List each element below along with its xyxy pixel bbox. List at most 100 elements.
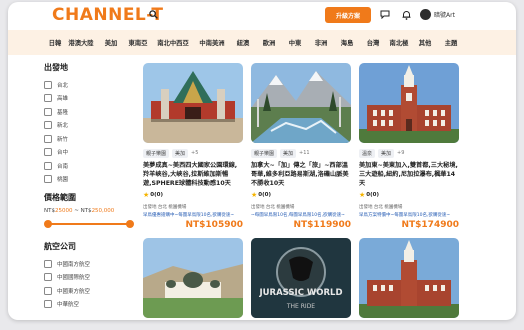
nav-item[interactable]: 中東 — [282, 38, 308, 47]
slider-max-handle[interactable] — [126, 220, 134, 228]
rating: ★ 0(0) — [143, 191, 163, 199]
upgrade-plan-button[interactable]: 升級方案 — [325, 7, 371, 23]
slider-min-handle[interactable] — [44, 220, 52, 228]
nav-item[interactable]: 中南美洲 — [194, 38, 230, 47]
checkbox[interactable] — [44, 121, 52, 130]
checkbox[interactable] — [44, 94, 52, 103]
nav-item[interactable]: 南北極 — [386, 38, 412, 47]
departure-option[interactable]: 桃園 — [44, 173, 134, 187]
airline-option[interactable]: 中華航空 — [44, 298, 134, 312]
tour-card[interactable]: JURASSIC WORLD THE RIDE — [251, 238, 351, 318]
checkbox-label: 中國東方航空 — [57, 288, 91, 295]
checkbox[interactable] — [44, 175, 52, 184]
checkbox-label: 中國南方航空 — [57, 261, 91, 268]
movie-subtitle: THE RIDE — [286, 303, 315, 310]
tour-card[interactable] — [143, 238, 243, 318]
tour-card[interactable] — [359, 238, 459, 318]
nav-item[interactable]: 美加 — [98, 38, 124, 47]
departure-option[interactable]: 基隆 — [44, 105, 134, 119]
checkbox[interactable] — [44, 286, 52, 295]
nav-item[interactable]: 非洲 — [308, 38, 334, 47]
bell-icon[interactable] — [402, 10, 411, 20]
checkbox[interactable] — [44, 300, 52, 309]
departure-info: 出發地 台北 桃園機場 — [359, 205, 403, 210]
checkbox-label: 中華航空 — [57, 302, 80, 309]
promo-note: 早鳥優惠搶購中~每團早鳥限10名,欲購從速~ — [143, 213, 235, 218]
tour-title[interactable]: 加拿大~「加」傳之「旅」~西部溫哥華,維多利亞路易斯湖,洛磯山脈美不勝收10天 — [251, 161, 351, 188]
tour-image-ride[interactable]: JURASSIC WORLD THE RIDE — [251, 238, 351, 318]
tour-image-observatory[interactable] — [143, 238, 243, 318]
checkbox[interactable] — [44, 107, 52, 116]
slider-track — [48, 223, 130, 225]
tour-card[interactable]: 親子樂園 美加 +11 加拿大~「加」傳之「旅」~西部溫哥華,維多利亞路易斯湖,… — [251, 63, 351, 230]
star-icon: ★ — [143, 191, 150, 199]
checkbox[interactable] — [44, 134, 52, 143]
nav-item[interactable]: 紐澳 — [230, 38, 256, 47]
nav-item[interactable]: 南北中西亞 — [152, 38, 194, 47]
nav-item[interactable]: 其他 — [412, 38, 438, 47]
airline-heading: 航空公司 — [44, 242, 76, 251]
nav-item[interactable]: 歐洲 — [256, 38, 282, 47]
departure-option[interactable]: 台中 — [44, 146, 134, 160]
departure-option[interactable]: 台南 — [44, 159, 134, 173]
tag[interactable]: 親子樂園 — [143, 148, 170, 158]
departure-option[interactable]: 台北 — [44, 78, 134, 92]
user-avatar[interactable] — [420, 9, 431, 20]
checkbox[interactable] — [44, 273, 52, 282]
checkbox[interactable] — [44, 148, 52, 157]
checkbox[interactable] — [44, 80, 52, 89]
checkbox-label: 中國國際航空 — [57, 275, 91, 282]
nav-item[interactable]: 台灣 — [360, 38, 386, 47]
tag[interactable]: 親子樂園 — [251, 148, 278, 158]
airline-option[interactable]: 中國南方航空 — [44, 257, 134, 271]
tour-card[interactable]: 溫泉 美加 +9 美加東~美東加入,雙首都,三大秘境,三大遊船,紐約,尼加拉瀑布… — [359, 63, 459, 230]
nav-item[interactable]: 日韓 — [46, 38, 64, 47]
tour-image-mountains[interactable] — [251, 63, 351, 143]
tag[interactable]: 美加 — [172, 148, 189, 158]
tour-card[interactable]: 親子樂園 美加 +5 美夢成真~美西四大國家公園環線,羚羊峽谷,大峽谷,拉斯維加… — [143, 63, 243, 230]
nav-item[interactable]: 主題 — [438, 38, 464, 47]
departure-option[interactable]: 新竹 — [44, 132, 134, 146]
tag[interactable]: 溫泉 — [359, 148, 376, 158]
rating: ★ 0(0) — [251, 191, 271, 199]
airline-option[interactable]: 中國東方航空 — [44, 284, 134, 298]
tag-more[interactable]: +9 — [397, 150, 404, 156]
checkbox[interactable] — [44, 259, 52, 268]
checkbox-label: 台中 — [57, 150, 69, 157]
tour-price: NT$119900 — [293, 220, 351, 230]
tag-more[interactable]: +5 — [191, 150, 198, 156]
tour-title[interactable]: 美加東~美東加入,雙首都,三大秘境,三大遊船,紐約,尼加拉瀑布,楓華14天 — [359, 161, 459, 188]
nav-item[interactable]: 港澳大陸 — [64, 38, 98, 47]
chat-icon[interactable] — [380, 10, 390, 19]
tour-title[interactable]: 美夢成真~美西四大國家公園環線,羚羊峽谷,大峽谷,拉斯維加斯暢遊,SPHERE球… — [143, 161, 243, 188]
promo-note: ~每團早鳥限10名,每團早鳥限10名,欲購從速~ — [251, 213, 345, 218]
star-icon: ★ — [251, 191, 258, 199]
movie-title: JURASSIC WORLD — [258, 288, 342, 298]
tag-more[interactable]: +11 — [299, 150, 310, 156]
tour-image-hall-2[interactable] — [359, 238, 459, 318]
airline-option[interactable]: 中國國際航空 — [44, 271, 134, 285]
tag[interactable]: 美加 — [378, 148, 395, 158]
departure-info: 出發地 台北 桃園機場 — [251, 205, 295, 210]
tag-list: 溫泉 美加 +9 — [359, 148, 459, 158]
search-icon[interactable] — [149, 10, 158, 19]
departure-option[interactable]: 高雄 — [44, 92, 134, 106]
user-name[interactable]: 暗號Art — [434, 10, 455, 19]
price-slider[interactable] — [44, 219, 134, 229]
nav-item[interactable]: 東南亞 — [124, 38, 152, 47]
checkbox-label: 台北 — [57, 82, 69, 89]
tour-image-hall[interactable] — [359, 63, 459, 143]
app-window: CHANNEL-T 升級方案 暗號Art 日韓 港澳大陸 美加 東南亞 南北中西… — [8, 2, 516, 320]
tour-price: NT$105900 — [185, 220, 243, 230]
departure-heading: 出發地 — [44, 63, 68, 72]
checkbox[interactable] — [44, 161, 52, 170]
checkbox-label: 新北 — [57, 123, 69, 130]
nav-item[interactable]: 海島 — [334, 38, 360, 47]
checkbox-label: 台南 — [57, 163, 69, 170]
tag[interactable]: 美加 — [280, 148, 297, 158]
tour-image-theater[interactable] — [143, 63, 243, 143]
checkbox-label: 高雄 — [57, 96, 69, 103]
brand-logo[interactable]: CHANNEL-T — [52, 5, 163, 25]
departure-option[interactable]: 新北 — [44, 119, 134, 133]
tour-price: NT$174900 — [401, 220, 459, 230]
